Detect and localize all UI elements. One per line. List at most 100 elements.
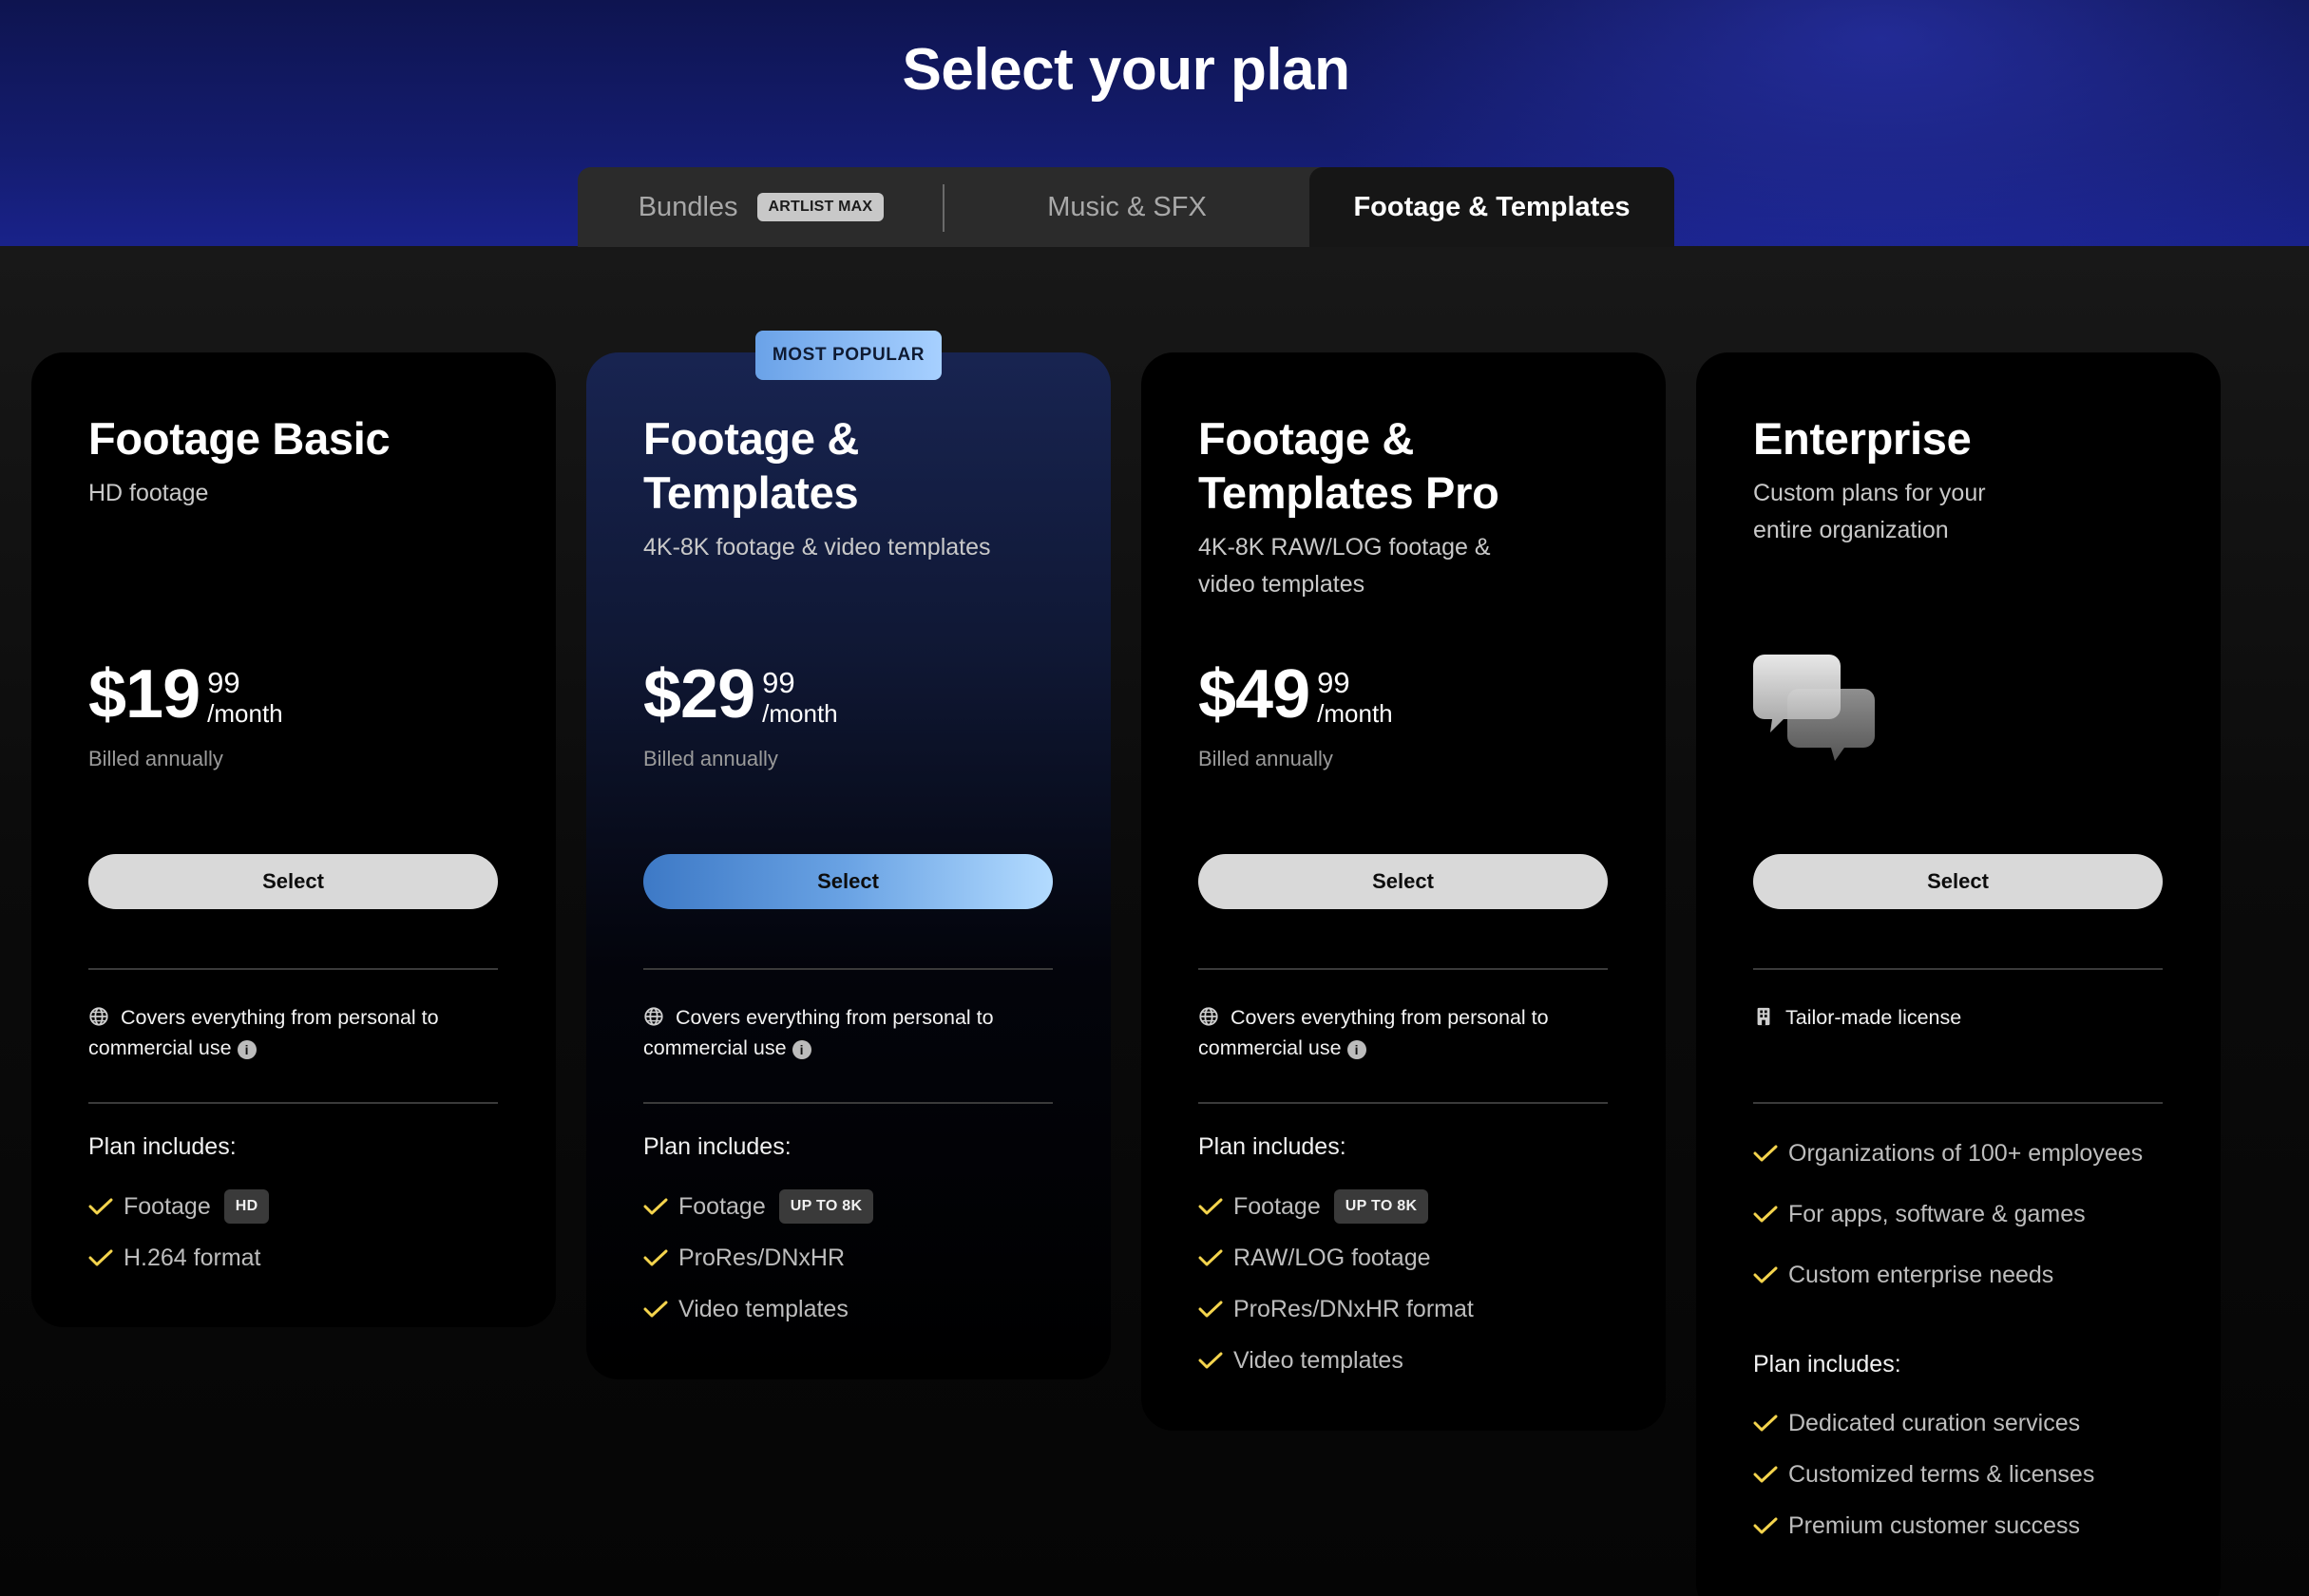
check-icon (1753, 1145, 1778, 1162)
select-button[interactable]: Select (88, 854, 498, 909)
price-amount: $29 (643, 656, 755, 732)
feature-list: Dedicated curation services Customized t… (1753, 1397, 2163, 1551)
plan-name: Footage Basic (88, 413, 391, 464)
check-icon (1753, 1266, 1778, 1283)
info-icon[interactable]: i (1346, 1040, 1366, 1059)
list-item: Customized terms & licenses (1753, 1449, 2163, 1500)
feature-text: Footage (124, 1192, 211, 1220)
check-icon (1753, 1206, 1778, 1223)
divider (643, 1102, 1053, 1104)
feature-list: Footage HD H.264 format (88, 1181, 498, 1283)
feature-text: H.264 format (124, 1244, 261, 1271)
billing-note: Billed annually (88, 747, 223, 770)
license-text: Covers everything from personal to comme… (1198, 1006, 1549, 1059)
feature-list: Footage UP TO 8K RAW/LOG footage ProRes/… (1198, 1181, 1608, 1386)
billing-note: Billed annually (1198, 747, 1333, 770)
license-info: Tailor-made license (1753, 1002, 2163, 1033)
feature-text: Dedicated curation services (1788, 1409, 2081, 1436)
tab-music-sfx[interactable]: Music & SFX (945, 167, 1309, 247)
license-text: Covers everything from personal to comme… (88, 1006, 439, 1059)
plan-card-footage-templates: Footage & Templates 4K-8K footage & vide… (586, 352, 1111, 1379)
price-cents: 99 (1317, 666, 1350, 699)
price-cents: 99 (762, 666, 795, 699)
check-icon (1198, 1301, 1223, 1318)
list-item: Dedicated curation services (1753, 1397, 2163, 1449)
tab-label: Music & SFX (1047, 191, 1207, 222)
plan-subtitle: HD footage (88, 480, 209, 506)
list-item: Premium customer success (1753, 1500, 2163, 1551)
info-icon[interactable]: i (792, 1040, 811, 1059)
artlist-max-badge: ARTLIST MAX (756, 193, 885, 221)
plan-subtitle: 4K-8K RAW/LOG footage & video templates (1198, 534, 1491, 598)
feature-list: Footage UP TO 8K ProRes/DNxHR Video temp… (643, 1181, 1053, 1335)
list-item: Footage UP TO 8K (1198, 1181, 1608, 1232)
list-item: Video templates (643, 1283, 1053, 1335)
feature-text: Customized terms & licenses (1788, 1460, 2095, 1488)
list-item: ProRes/DNxHR (643, 1232, 1053, 1283)
select-button[interactable]: Select (1753, 854, 2163, 909)
price: $29 99 /month (643, 655, 838, 734)
list-item: H.264 format (88, 1232, 498, 1283)
price-period: /month (1317, 699, 1393, 728)
select-button[interactable]: Select (1198, 854, 1608, 909)
select-button[interactable]: Select (643, 854, 1053, 909)
divider (643, 968, 1053, 970)
list-item: Video templates (1198, 1335, 1608, 1386)
plan-card-enterprise: Enterprise Custom plans for your entire … (1696, 352, 2221, 1596)
price-period: /month (762, 699, 838, 728)
most-popular-badge: MOST POPULAR (755, 331, 942, 380)
feature-text: ProRes/DNxHR (678, 1244, 846, 1271)
info-icon[interactable]: i (237, 1040, 257, 1059)
billing-note: Billed annually (643, 747, 778, 770)
price-amount: $19 (88, 656, 200, 732)
check-icon (643, 1301, 668, 1318)
check-icon (643, 1198, 668, 1215)
feature-text: RAW/LOG footage (1233, 1244, 1431, 1271)
price-period: /month (207, 699, 283, 728)
feature-text: Organizations of 100+ employees (1788, 1139, 2144, 1167)
price: $49 99 /month (1198, 655, 1393, 734)
feature-text: ProRes/DNxHR format (1233, 1295, 1474, 1322)
feature-text: Footage (678, 1192, 766, 1220)
tab-label: Bundles (638, 191, 738, 222)
feature-text: Video templates (1233, 1346, 1403, 1374)
check-icon (88, 1249, 113, 1266)
tab-bundles[interactable]: Bundles ARTLIST MAX (578, 167, 945, 247)
feature-text: Video templates (678, 1295, 849, 1322)
price-cents: 99 (207, 666, 240, 699)
check-icon (1198, 1352, 1223, 1369)
license-info: Covers everything from personal to comme… (88, 1002, 498, 1063)
plan-includes-title: Plan includes: (1198, 1133, 1346, 1160)
feature-text: Premium customer success (1788, 1511, 2081, 1539)
divider (1198, 968, 1608, 970)
plan-includes-title: Plan includes: (88, 1133, 237, 1160)
price-amount: $49 (1198, 656, 1310, 732)
hd-badge: HD (223, 1189, 270, 1224)
enterprise-highlights: Organizations of 100+ employees For apps… (1753, 1123, 2163, 1305)
divider (1198, 1102, 1608, 1104)
plan-name: Footage & Templates (643, 413, 860, 518)
list-item: Custom enterprise needs (1753, 1244, 2163, 1305)
feature-text: Custom enterprise needs (1788, 1261, 2054, 1288)
plan-includes-title: Plan includes: (643, 1133, 792, 1160)
plan-card-footage-templates-pro: Footage & Templates Pro 4K-8K RAW/LOG fo… (1141, 352, 1666, 1431)
divider (88, 1102, 498, 1104)
feature-text: Footage (1233, 1192, 1321, 1220)
check-icon (1198, 1249, 1223, 1266)
check-icon (643, 1249, 668, 1266)
up-to-8k-badge: UP TO 8K (1333, 1189, 1429, 1224)
divider (1753, 968, 2163, 970)
license-text: Tailor-made license (1785, 1006, 1962, 1029)
license-info: Covers everything from personal to comme… (1198, 1002, 1608, 1063)
check-icon (1753, 1415, 1778, 1432)
check-icon (1753, 1466, 1778, 1483)
license-text: Covers everything from personal to comme… (643, 1006, 994, 1059)
feature-text: For apps, software & games (1788, 1200, 2086, 1227)
tab-footage-templates[interactable]: Footage & Templates (1309, 167, 1674, 247)
page-title: Select your plan (902, 37, 1350, 103)
building-icon (1757, 1007, 1770, 1026)
chat-bubbles-icon (1753, 655, 1875, 761)
list-item: Footage UP TO 8K (643, 1181, 1053, 1232)
up-to-8k-badge: UP TO 8K (778, 1189, 874, 1224)
list-item: RAW/LOG footage (1198, 1232, 1608, 1283)
